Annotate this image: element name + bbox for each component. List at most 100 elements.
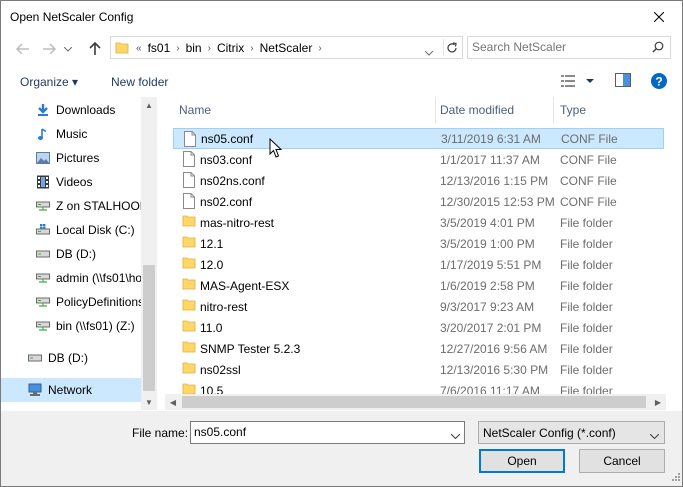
column-header-date-modified[interactable]: Date modified [430, 97, 550, 123]
details-view-icon [561, 75, 594, 87]
nav-item-label: Videos [56, 175, 93, 189]
network-drive-icon [35, 198, 51, 214]
search-input[interactable] [472, 40, 642, 54]
nav-item-db-d[interactable]: DB (D:) [1, 242, 157, 266]
recent-locations-button[interactable] [60, 39, 76, 59]
breadcrumb-netscaler[interactable]: NetScaler [257, 41, 316, 55]
mouse-cursor-icon [269, 138, 283, 158]
nav-item-label: Network [48, 383, 93, 397]
file-name: 11.0 [200, 320, 223, 335]
new-folder-button[interactable]: New folder [111, 75, 168, 89]
scroll-right-button[interactable]: ▶ [650, 394, 666, 410]
view-options-button[interactable] [560, 73, 596, 92]
file-row[interactable]: MAS-Agent-ESX 1/6/2019 2:58 PM File folder [173, 275, 664, 296]
file-type: CONF File [560, 152, 617, 167]
scroll-down-button[interactable]: ▼ [141, 394, 157, 410]
nav-item-videos[interactable]: Videos [1, 170, 157, 194]
file-row[interactable]: SNMP Tester 5.2.3 12/27/2016 9:56 AM File … [173, 338, 664, 359]
file-name: SNMP Tester 5.2.3 [200, 341, 301, 356]
breadcrumb-separator-icon[interactable]: › [247, 43, 256, 54]
file-row[interactable]: nitro-rest 9/3/2017 9:23 AM File folder [173, 296, 664, 317]
scrollbar-thumb[interactable] [182, 396, 646, 408]
videos-icon [35, 174, 51, 190]
svg-text:?: ? [655, 74, 662, 88]
nav-item-bin-z[interactable]: bin (\\fs01) (Z:) [1, 314, 157, 338]
breadcrumb-bin[interactable]: bin [183, 41, 205, 55]
file-type: File folder [560, 362, 613, 377]
nav-item-music[interactable]: Music [1, 122, 157, 146]
folder-icon [115, 41, 129, 58]
file-row[interactable]: ns05.conf 3/11/2019 6:31 AM CONF File [173, 128, 664, 149]
nav-item-label: admin (\\fs01\ho [56, 271, 143, 285]
folder-icon [182, 298, 196, 315]
help-button[interactable]: ? [651, 73, 667, 92]
resize-grip-icon[interactable] [670, 470, 680, 484]
search-box[interactable] [467, 36, 671, 59]
file-row[interactable]: ns03.conf 1/1/2017 11:37 AM CONF File [173, 149, 664, 170]
pictures-icon [35, 150, 51, 166]
folder-icon [182, 235, 196, 252]
breadcrumb-separator-icon[interactable]: › [173, 43, 182, 54]
column-header-name[interactable]: Name [169, 97, 435, 123]
preview-pane-button[interactable] [615, 73, 631, 90]
file-name-input[interactable] [194, 425, 434, 439]
scroll-up-button[interactable]: ▲ [141, 97, 157, 113]
file-type: CONF File [561, 131, 618, 146]
nav-item-pictures[interactable]: Pictures [1, 146, 157, 170]
file-row[interactable]: 11.0 3/20/2017 2:01 PM File folder [173, 317, 664, 338]
file-row[interactable]: ns02.conf 12/30/2015 12:53 PM CONF File [173, 191, 664, 212]
forward-button[interactable] [38, 39, 60, 59]
chevron-down-icon [64, 46, 72, 52]
nav-item-policydefinitions[interactable]: PolicyDefinitions [1, 290, 157, 314]
navigation-pane: Downloads Music Pictures Videos Z on STA… [1, 97, 157, 410]
overflow-chevron[interactable]: « [133, 43, 145, 54]
file-row[interactable]: 12.1 3/5/2019 1:00 PM File folder [173, 233, 664, 254]
nav-item-admin[interactable]: admin (\\fs01\ho [1, 266, 157, 290]
up-button[interactable] [84, 39, 106, 59]
refresh-button[interactable] [443, 39, 460, 56]
file-row[interactable]: ns02ssl 12/13/2016 5:30 PM File folder [173, 359, 664, 380]
address-bar[interactable]: « fs01 › bin › Citrix › NetScaler › [110, 36, 463, 59]
file-date-modified: 3/20/2017 2:01 PM [440, 320, 542, 335]
file-type-filter[interactable]: NetScaler Config (*.conf) [478, 421, 665, 444]
scroll-left-button[interactable]: ◀ [165, 394, 181, 410]
breadcrumb-separator-icon[interactable]: › [205, 43, 214, 54]
folder-icon [182, 256, 196, 273]
column-header-type[interactable]: Type [550, 97, 670, 123]
nav-item-local-disk[interactable]: Local Disk (C:) [1, 218, 157, 242]
file-icon [182, 151, 196, 170]
file-row[interactable]: mas-nitro-rest 3/5/2019 4:01 PM File folde… [173, 212, 664, 233]
file-name: nitro-rest [200, 299, 248, 314]
breadcrumb-separator-icon[interactable]: › [315, 43, 324, 54]
file-list-horizontal-scrollbar[interactable]: ◀ ▶ [165, 394, 666, 410]
file-type: File folder [560, 215, 613, 230]
nav-item-network[interactable]: Network [1, 378, 141, 402]
address-dropdown-icon[interactable] [424, 45, 434, 59]
nav-item-label: Music [56, 127, 88, 141]
file-icon [182, 193, 196, 212]
scrollbar-thumb[interactable] [143, 265, 155, 391]
chevron-down-icon[interactable] [450, 428, 461, 442]
file-name-combobox[interactable] [190, 421, 465, 444]
navigation-scrollbar[interactable]: ▲ ▼ [141, 97, 157, 410]
folder-icon [182, 361, 196, 378]
cancel-button[interactable]: Cancel [579, 449, 665, 473]
breadcrumb-fs01[interactable]: fs01 [145, 41, 174, 55]
organize-button[interactable]: Organize ▾ [20, 75, 78, 89]
close-button[interactable] [636, 1, 682, 33]
file-row[interactable]: ns02ns.conf 12/13/2016 1:15 PM CONF File [173, 170, 664, 191]
nav-item-z-stalhood[interactable]: Z on STALHOOD [1, 194, 157, 218]
local-disk-icon [35, 222, 51, 238]
file-date-modified: 3/5/2019 4:01 PM [440, 215, 535, 230]
nav-item-db-d-root[interactable]: DB (D:) [1, 346, 157, 370]
drive-icon [35, 246, 51, 262]
open-button[interactable]: Open [479, 449, 565, 473]
search-icon[interactable] [652, 41, 664, 56]
file-row[interactable]: 12.0 1/17/2019 5:51 PM File folder [173, 254, 664, 275]
nav-item-downloads[interactable]: Downloads [1, 98, 157, 122]
file-date-modified: 3/5/2019 1:00 PM [440, 236, 535, 251]
file-type: File folder [560, 320, 613, 335]
back-button[interactable] [12, 39, 34, 59]
file-name: ns05.conf [201, 131, 254, 146]
breadcrumb-citrix[interactable]: Citrix [214, 41, 247, 55]
